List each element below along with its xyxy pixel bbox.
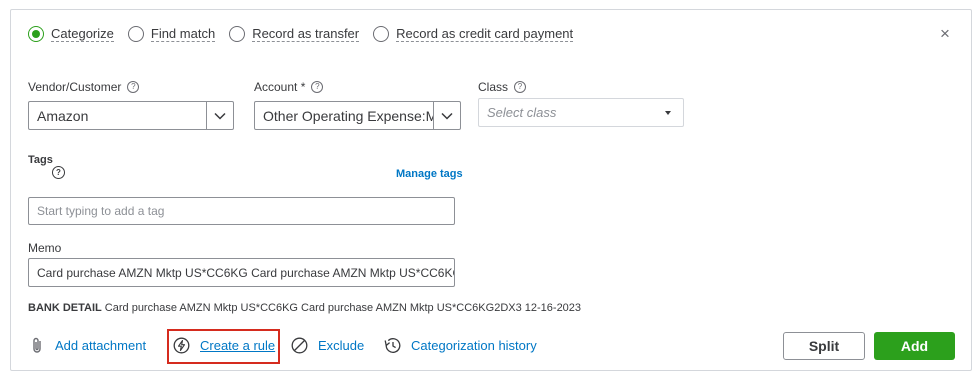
help-icon[interactable]: ? (52, 166, 65, 179)
vendor-label: Vendor/Customer (28, 80, 122, 94)
add-attachment-link[interactable]: Add attachment (31, 337, 146, 354)
tags-label: Tags (28, 154, 53, 166)
help-icon[interactable]: ? (127, 81, 140, 93)
chevron-down-icon[interactable] (206, 102, 233, 129)
radio-record-cc-payment[interactable]: Record as credit card payment (373, 26, 574, 42)
bank-detail-label: BANK DETAIL (28, 302, 102, 314)
caret-down-icon[interactable] (665, 110, 671, 115)
create-rule-link[interactable]: Create a rule (173, 337, 275, 354)
categorize-panel (10, 9, 972, 371)
close-icon[interactable]: × (940, 25, 950, 42)
vendor-select[interactable]: Amazon (28, 101, 234, 130)
class-select[interactable]: Select class (478, 98, 684, 127)
vendor-value: Amazon (37, 107, 89, 124)
manage-tags-link[interactable]: Manage tags (396, 168, 463, 180)
add-button[interactable]: Add (874, 332, 955, 360)
lightning-icon (173, 337, 190, 354)
ban-icon (291, 337, 308, 354)
account-select[interactable]: Other Operating Expense:M (254, 101, 461, 130)
tags-input[interactable]: Start typing to add a tag (28, 197, 455, 225)
add-attachment-label[interactable]: Add attachment (55, 338, 146, 353)
help-icon[interactable]: ? (514, 81, 527, 93)
categorization-history-label[interactable]: Categorization history (411, 338, 537, 353)
bank-detail-value: Card purchase AMZN Mktp US*CC6KG Card pu… (104, 302, 582, 314)
radio-record-transfer[interactable]: Record as transfer (229, 26, 360, 42)
chevron-down-icon[interactable] (433, 102, 460, 129)
help-icon[interactable]: ? (311, 81, 324, 93)
paperclip-icon (33, 337, 41, 353)
create-rule-label[interactable]: Create a rule (200, 338, 275, 353)
radio-button[interactable] (373, 26, 390, 42)
radio-categorize[interactable]: Categorize (28, 26, 114, 42)
radio-button-checked[interactable] (28, 26, 44, 42)
history-icon (384, 338, 401, 353)
radio-find-match-label[interactable]: Find match (150, 26, 216, 42)
split-button[interactable]: Split (783, 332, 865, 360)
categorization-history-link[interactable]: Categorization history (383, 337, 537, 354)
exclude-label[interactable]: Exclude (318, 338, 364, 353)
account-value: Other Operating Expense:M (263, 107, 433, 124)
class-label: Class (478, 80, 509, 94)
class-label-row: Class ? (478, 80, 527, 94)
action-type-radio-group: Categorize Find match Record as transfer… (28, 24, 587, 44)
exclude-link[interactable]: Exclude (291, 337, 364, 354)
radio-button[interactable] (229, 26, 246, 42)
radio-button[interactable] (127, 26, 144, 42)
vendor-label-row: Vendor/Customer ? (28, 80, 140, 94)
memo-label: Memo (28, 241, 62, 255)
radio-record-cc-payment-label[interactable]: Record as credit card payment (396, 26, 574, 42)
bank-detail: BANK DETAIL Card purchase AMZN Mktp US*C… (28, 302, 581, 314)
radio-record-transfer-label[interactable]: Record as transfer (252, 26, 360, 42)
radio-categorize-label[interactable]: Categorize (51, 26, 114, 42)
account-label: Account * (254, 80, 306, 94)
radio-find-match[interactable]: Find match (127, 26, 216, 42)
memo-input[interactable]: Card purchase AMZN Mktp US*CC6KG Card pu… (28, 258, 455, 287)
class-placeholder: Select class (487, 105, 557, 120)
account-label-row: Account * ? (254, 80, 324, 94)
